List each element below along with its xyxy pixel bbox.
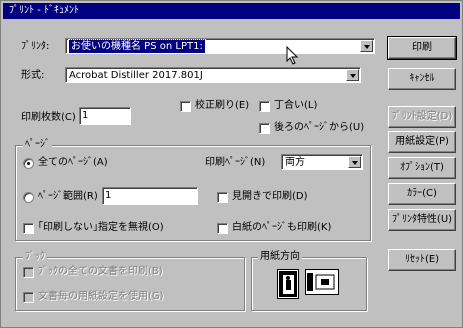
mouse-cursor-icon: [286, 46, 299, 65]
chevron-down-icon[interactable]: [348, 156, 361, 168]
proof-label: 校正刷り(E): [195, 100, 250, 111]
page-range-radio[interactable]: [23, 192, 34, 203]
portrait-orientation-icon[interactable]: [277, 269, 299, 299]
format-select-value: Acrobat Distiller 2017.801J: [69, 70, 203, 81]
copies-input[interactable]: 1: [79, 107, 131, 125]
print-pages-label: 印刷ﾍﾟｰｼﾞ(N): [205, 157, 266, 168]
print-setup-button[interactable]: ﾌﾟﾘﾝﾄ設定(D): [388, 106, 456, 128]
color-button[interactable]: ｶﾗｰ(C): [388, 183, 456, 205]
book-all-docs-label: ﾌﾞｯｸの全ての文書を印刷(B): [38, 266, 163, 277]
orientation-group-label: 用紙方向: [258, 251, 302, 263]
reverse-label: 後ろのﾍﾟｰｼﾞから(U): [274, 122, 365, 133]
book-group-label: ﾌﾞｯｸ: [23, 251, 47, 263]
print-pages-value: 両方: [285, 157, 305, 168]
ignore-nonprint-label: ｢印刷しない｣指定を無視(O): [38, 222, 164, 233]
all-pages-label: 全てのﾍﾟｰｼﾞ(A): [38, 157, 108, 168]
paper-per-doc-label: 文書毎の用紙設定を使用(G): [38, 291, 164, 302]
all-pages-radio[interactable]: [23, 158, 34, 169]
spread-label: 見開きで印刷(D): [232, 191, 308, 202]
reset-button[interactable]: ﾘｾｯﾄ(E): [388, 249, 456, 271]
proof-checkbox[interactable]: [180, 101, 191, 112]
title-bar: ﾌﾟﾘﾝﾄ - ﾄﾞｷｭﾒﾝﾄ: [3, 3, 460, 19]
pages-group-label: ﾍﾟｰｼﾞ: [23, 139, 52, 151]
paper-per-doc-checkbox[interactable]: [23, 292, 34, 303]
page-setup-button[interactable]: 用紙設定(P): [388, 131, 456, 153]
print-button[interactable]: 印刷: [387, 36, 457, 60]
reverse-checkbox[interactable]: [259, 123, 270, 134]
blank-pages-checkbox[interactable]: [217, 223, 228, 234]
options-button[interactable]: ｵﾌﾟｼｮﾝ(T): [388, 157, 456, 179]
printer-select[interactable]: お使いの機種名 PS on LPT1:: [65, 38, 375, 54]
spread-checkbox[interactable]: [217, 192, 228, 203]
printer-label: ﾌﾟﾘﾝﾀ:: [21, 41, 50, 52]
print-dialog: ﾌﾟﾘﾝﾄ - ﾄﾞｷｭﾒﾝﾄ ﾌﾟﾘﾝﾀ: お使いの機種名 PS on LPT…: [0, 0, 463, 328]
collate-checkbox[interactable]: [259, 101, 270, 112]
ignore-nonprint-checkbox[interactable]: [23, 223, 34, 234]
page-range-label: ﾍﾟｰｼﾞ範囲(R): [38, 191, 98, 202]
page-range-input[interactable]: 1: [102, 187, 198, 205]
printer-select-value: お使いの機種名 PS on LPT1:: [68, 39, 206, 54]
chevron-down-icon[interactable]: [360, 40, 373, 52]
format-select[interactable]: Acrobat Distiller 2017.801J: [65, 67, 361, 83]
print-pages-select[interactable]: 両方: [281, 154, 363, 170]
format-label: 形式:: [21, 70, 45, 81]
collate-label: 丁合い(L): [274, 100, 318, 111]
book-all-docs-checkbox[interactable]: [23, 267, 34, 278]
cancel-button[interactable]: ｷｬﾝｾﾙ: [388, 68, 456, 90]
copies-label: 印刷枚数(C): [21, 112, 76, 123]
landscape-orientation-icon[interactable]: [305, 269, 339, 295]
blank-pages-label: 白紙のﾍﾟｰｼﾞも印刷(K): [232, 222, 332, 233]
chevron-down-icon[interactable]: [346, 69, 359, 81]
printer-properties-button[interactable]: ﾌﾟﾘﾝﾀ特性(U): [388, 209, 456, 231]
